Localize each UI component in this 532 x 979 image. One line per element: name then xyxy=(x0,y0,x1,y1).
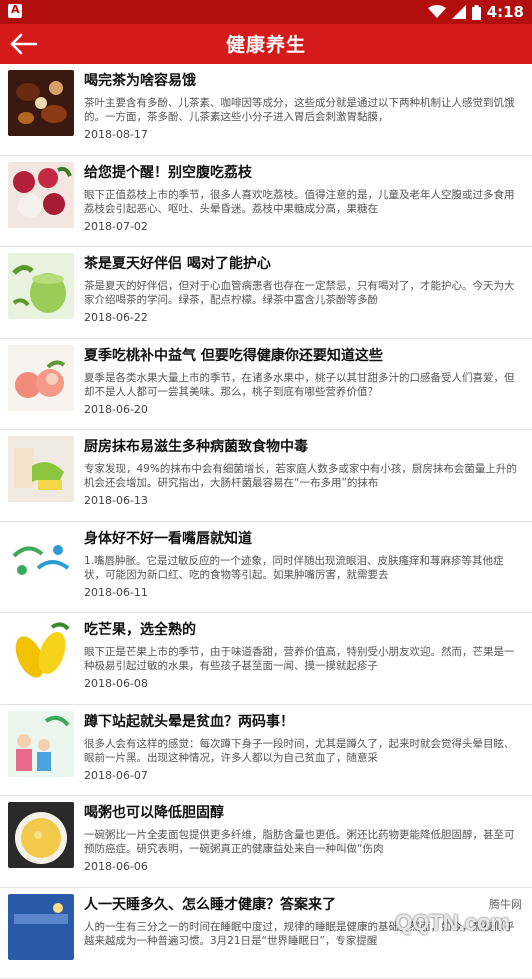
list-item[interactable]: 身体好不好一看嘴唇就知道 1.嘴唇肿胀。它是过敏反应的一个迹象，同时伴随出现流眼… xyxy=(0,522,532,614)
sleep-book-image xyxy=(8,894,74,960)
green-tea-image xyxy=(8,253,74,319)
page-title: 健康养生 xyxy=(0,30,532,57)
article-summary: 眼下正是芒果上市的季节，由于味道香甜，营养价值高，特别受小朋友欢迎。然而，芒果是… xyxy=(84,645,520,673)
article-summary: 一碗粥比一片全麦面包提供更多纤维，脂肪含量也更低。粥还比药物更能降低胆固醇，甚至… xyxy=(84,828,520,856)
article-summary: 1.嘴唇肿胀。它是过敏反应的一个迹象，同时伴随出现流眼泪、皮肤瘙痒和荨麻疹等其他… xyxy=(84,554,520,582)
list-item[interactable]: 给您提个醒！别空腹吃荔枝 眼下正值荔枝上市的季节，很多人喜欢吃荔枝。值得注意的是… xyxy=(0,156,532,248)
article-title: 茶是夏天好伴侣 喝对了能护心 xyxy=(84,253,522,273)
article-title: 吃芒果，选全熟的 xyxy=(84,619,522,639)
article-date: 2018-06-22 xyxy=(84,311,148,324)
list-item[interactable]: 喝完茶为啥容易饿 茶叶主要含有多酚、儿茶素、咖啡因等成分，这些成分就是通过以下两… xyxy=(0,64,532,156)
article-date: 2018-08-17 xyxy=(84,128,148,141)
lychee-image xyxy=(8,162,74,228)
status-time: 4:18 xyxy=(487,3,524,21)
list-item[interactable]: 厨房抹布易滋生多种病菌致食物中毒 专家发现，49%的抹布中会有细菌增长，若家庭人… xyxy=(0,430,532,522)
article-date: 2018-06-20 xyxy=(84,403,148,416)
article-summary: 茶叶主要含有多酚、儿茶素、咖啡因等成分，这些成分就是通过以下两种机制让人感觉到饥… xyxy=(84,96,520,124)
signal-icon xyxy=(452,5,466,19)
article-summary: 茶是夏天的好伴侣，但对于心血管病患者也存在一定禁忌，只有喝对了，才能护心。今天为… xyxy=(84,279,520,307)
porridge-image xyxy=(8,802,74,868)
app-bar: 健康养生 xyxy=(0,24,532,64)
article-summary: 夏季是各类水果大量上市的季节，在诸多水果中，桃子以其甘甜多汁的口感备受人们喜爱，… xyxy=(84,371,520,399)
article-date: 2018-07-02 xyxy=(84,220,148,233)
family-health-image xyxy=(8,711,74,777)
article-date: 2018-06-08 xyxy=(84,677,148,690)
notification-icon xyxy=(8,4,22,18)
article-summary: 很多人会有这样的感觉：每次蹲下身子一段时间，尤其是蹲久了，起来时就会觉得头晕目眩… xyxy=(84,737,520,765)
article-summary: 专家发现，49%的抹布中会有细菌增长，若家庭人数多或家中有小孩，厨房抹布会菌量上… xyxy=(84,462,520,490)
list-item[interactable]: 人一天睡多久、怎么睡才健康？答案来了 人的一生有三分之一的时间在睡眠中度过，规律… xyxy=(0,888,532,979)
article-date: 2018-06-11 xyxy=(84,586,148,599)
article-title: 给您提个醒！别空腹吃荔枝 xyxy=(84,162,522,182)
article-title: 厨房抹布易滋生多种病菌致食物中毒 xyxy=(84,436,522,456)
article-title: 喝粥也可以降低胆固醇 xyxy=(84,802,522,822)
battery-icon xyxy=(472,5,481,20)
love-life-logo-image xyxy=(8,528,74,594)
peach-image xyxy=(8,345,74,411)
article-date: 2018-06-07 xyxy=(84,769,148,782)
article-title: 人一天睡多久、怎么睡才健康？答案来了 xyxy=(84,894,522,914)
article-date: 2018-06-06 xyxy=(84,860,148,873)
status-bar: 4:18 xyxy=(0,0,532,24)
list-item[interactable]: 蹲下站起就头晕是贫血？两码事！ 很多人会有这样的感觉：每次蹲下身子一段时间，尤其… xyxy=(0,705,532,797)
article-title: 夏季吃桃补中益气 但要吃得健康你还要知道这些 xyxy=(84,345,522,365)
article-title: 喝完茶为啥容易饿 xyxy=(84,70,522,90)
article-summary: 人的一生有三分之一的时间在睡眠中度过，规律的睡眠是健康的基础。然而，如今，熬夜似… xyxy=(84,920,520,948)
article-list: 喝完茶为啥容易饿 茶叶主要含有多酚、儿茶素、咖啡因等成分，这些成分就是通过以下两… xyxy=(0,64,532,979)
wifi-icon xyxy=(428,5,446,19)
status-right: 4:18 xyxy=(428,2,524,22)
kitchen-cloth-image xyxy=(8,436,74,502)
article-summary: 眼下正值荔枝上市的季节，很多人喜欢吃荔枝。值得注意的是，儿童及老年人空腹或过多食… xyxy=(84,188,520,216)
article-title: 蹲下站起就头晕是贫血？两码事！ xyxy=(84,711,522,731)
tea-cups-image xyxy=(8,70,74,136)
list-item[interactable]: 吃芒果，选全熟的 眼下正是芒果上市的季节，由于味道香甜，营养价值高，特别受小朋友… xyxy=(0,613,532,705)
article-date: 2018-06-13 xyxy=(84,494,148,507)
mango-image xyxy=(8,619,74,685)
list-item[interactable]: 喝粥也可以降低胆固醇 一碗粥比一片全麦面包提供更多纤维，脂肪含量也更低。粥还比药… xyxy=(0,796,532,888)
article-title: 身体好不好一看嘴唇就知道 xyxy=(84,528,522,548)
list-item[interactable]: 夏季吃桃补中益气 但要吃得健康你还要知道这些 夏季是各类水果大量上市的季节，在诸… xyxy=(0,339,532,431)
list-item[interactable]: 茶是夏天好伴侣 喝对了能护心 茶是夏天的好伴侣，但对于心血管病患者也存在一定禁忌… xyxy=(0,247,532,339)
